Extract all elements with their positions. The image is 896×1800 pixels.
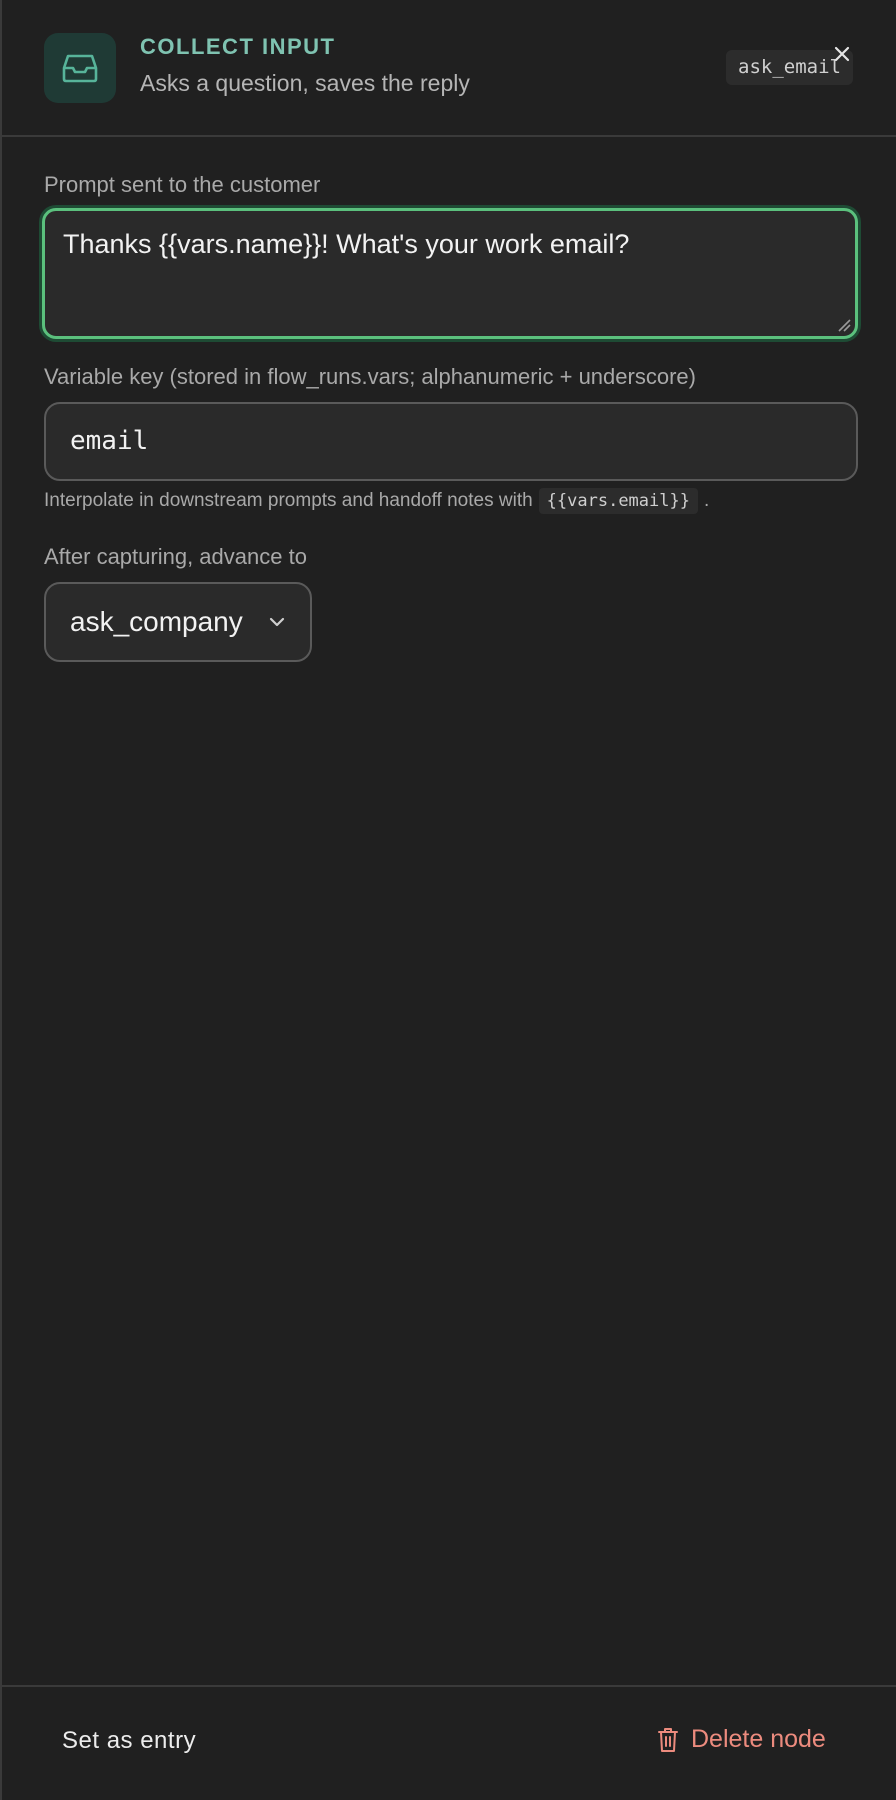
next-node-select[interactable]: ask_company bbox=[44, 582, 312, 662]
variable-key-input[interactable]: email bbox=[44, 402, 858, 481]
panel-header: COLLECT INPUT Asks a question, saves the… bbox=[2, 0, 896, 137]
trash-icon bbox=[658, 1727, 678, 1752]
hint-code: {{vars.email}} bbox=[538, 488, 698, 514]
prompt-text: Thanks {{vars.name}}! What's your work e… bbox=[63, 229, 630, 259]
set-as-entry-button[interactable]: Set as entry bbox=[62, 1727, 196, 1755]
chevron-down-icon bbox=[269, 617, 285, 627]
panel-footer: Set as entry Delete node bbox=[2, 1685, 896, 1800]
node-inspector-panel: COLLECT INPUT Asks a question, saves the… bbox=[0, 0, 896, 1800]
next-node-value: ask_company bbox=[70, 606, 243, 637]
hint-text: Interpolate in downstream prompts and ha… bbox=[44, 490, 533, 511]
variable-key-label: Variable key (stored in flow_runs.vars; … bbox=[44, 364, 696, 389]
hint-suffix: . bbox=[703, 490, 710, 511]
interpolation-hint: Interpolate in downstream prompts and ha… bbox=[44, 488, 709, 514]
advance-label: After capturing, advance to bbox=[44, 544, 307, 569]
prompt-label: Prompt sent to the customer bbox=[44, 172, 321, 197]
close-button[interactable] bbox=[828, 40, 856, 68]
delete-node-label: Delete node bbox=[691, 1725, 826, 1753]
inbox-icon bbox=[44, 33, 116, 103]
close-icon bbox=[834, 46, 850, 62]
prompt-textarea[interactable]: Thanks {{vars.name}}! What's your work e… bbox=[42, 208, 858, 339]
resize-grip-icon[interactable] bbox=[837, 318, 851, 332]
node-type-label: COLLECT INPUT bbox=[140, 34, 336, 59]
delete-node-button[interactable]: Delete node bbox=[657, 1725, 826, 1754]
node-description: Asks a question, saves the reply bbox=[140, 70, 470, 96]
